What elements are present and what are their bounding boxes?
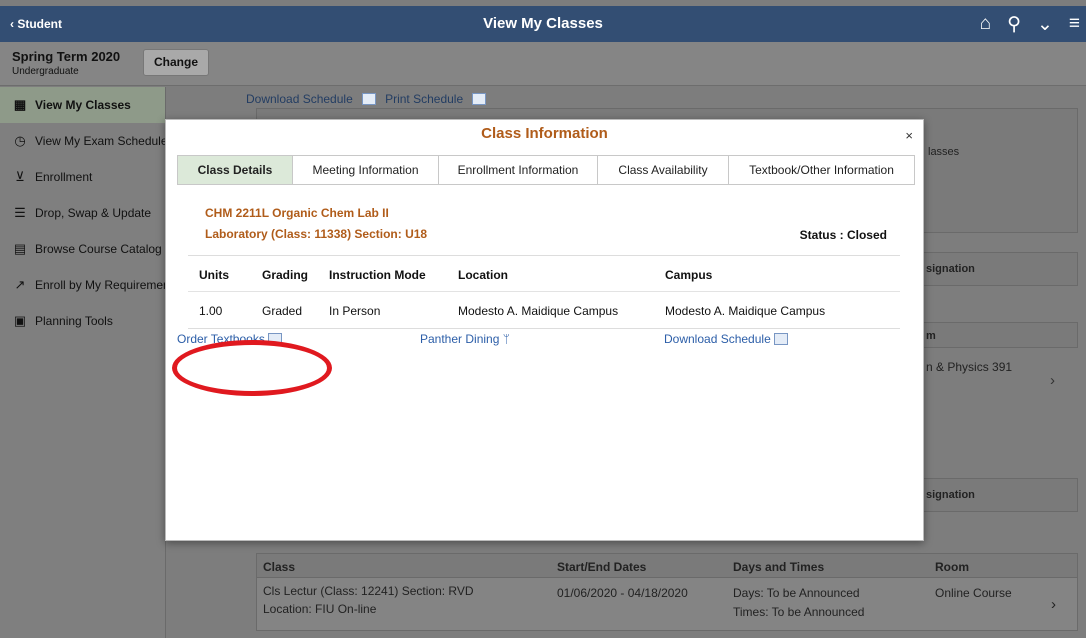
class-information-modal: Class Information × Class Details Meetin…	[165, 119, 924, 541]
classes-heading-fragment: lasses	[928, 146, 960, 158]
sidebar-item-enrollment[interactable]: ⊻ Enrollment	[0, 159, 165, 195]
sidebar-item-view-my-classes[interactable]: ▦ View My Classes	[0, 87, 165, 123]
location-value: Modesto A. Maidique Campus	[458, 304, 619, 318]
class-dates: 01/06/2020 - 04/18/2020	[557, 586, 688, 600]
campus-value: Modesto A. Maidique Campus	[665, 304, 826, 318]
schedule-links: Download Schedule Print Schedule	[246, 92, 492, 106]
column-header-class: Class	[263, 560, 296, 574]
tab-textbook-other-information[interactable]: Textbook/Other Information	[729, 156, 914, 184]
print-schedule-icon	[472, 93, 487, 105]
course-title: CHM 2211L Organic Chem Lab II	[205, 206, 389, 220]
planner-icon: ▣	[13, 313, 27, 328]
panther-dining-link[interactable]: Panther Dining ᛘ	[420, 332, 510, 346]
column-header-instruction-mode: Instruction Mode	[329, 268, 426, 282]
search-icon[interactable]: ⚲	[1007, 13, 1021, 36]
column-header-location: Location	[458, 268, 508, 282]
sidebar-item-label: Enroll by My Requirements	[35, 278, 165, 292]
table-row[interactable]: Cls Lectur (Class: 12241) Section: RVD L…	[257, 578, 1077, 632]
schedule-icon	[773, 333, 788, 345]
sidebar-item-browse-catalog[interactable]: ▤ Browse Course Catalog	[0, 231, 165, 267]
modal-download-schedule-link[interactable]: Download Schedule	[664, 332, 788, 346]
modal-title: Class Information	[481, 125, 608, 142]
clock-calendar-icon: ◷	[14, 133, 26, 148]
modal-tabs: Class Details Meeting Information Enroll…	[177, 155, 915, 185]
class-details-table: Units Grading Instruction Mode Location …	[188, 255, 900, 329]
course-section: Laboratory (Class: 11338) Section: U18	[205, 227, 428, 241]
top-header-bar: ‹ Student View My Classes ⌂ ⚲ ⌄ ≡	[0, 6, 1086, 42]
download-schedule-label: Download Schedule	[664, 332, 771, 346]
column-header-units: Units	[199, 268, 229, 282]
designation-header-fragment-2: signation	[926, 489, 975, 501]
list-edit-icon: ☰	[14, 205, 26, 220]
chevron-down-icon[interactable]: ⌄	[1037, 13, 1053, 36]
close-icon[interactable]: ×	[905, 128, 913, 143]
grading-value: Graded	[262, 304, 303, 318]
class-name: Cls Lectur (Class: 12241) Section: RVD	[263, 584, 474, 598]
units-value: 1.00	[199, 304, 223, 318]
column-header-campus: Campus	[665, 268, 713, 282]
class-location: Location: FIU On-line	[263, 602, 377, 616]
home-icon[interactable]: ⌂	[980, 13, 991, 36]
page-title: View My Classes	[483, 15, 603, 32]
column-header-days-times: Days and Times	[733, 560, 825, 574]
header-actions: ⌂ ⚲ ⌄ ≡	[980, 13, 1080, 36]
class-days: Days: To be Announced	[733, 586, 860, 600]
sidebar-item-label: View My Exam Schedule	[35, 134, 165, 148]
instruction-mode-value: In Person	[329, 304, 381, 318]
background-class-table: Class Start/End Dates Days and Times Roo…	[256, 553, 1078, 631]
class-table-header: Class Start/End Dates Days and Times Roo…	[257, 554, 1077, 578]
calendar-icon: ▦	[13, 97, 27, 112]
room-value-fragment: n & Physics 391	[926, 360, 1013, 374]
sidebar-item-label: Drop, Swap & Update	[35, 206, 152, 220]
class-times: Times: To be Announced	[733, 605, 865, 619]
column-header-room: Room	[935, 560, 969, 574]
sidebar-nav: ▦ View My Classes ◷ View My Exam Schedul…	[0, 87, 166, 638]
sidebar-item-exam-schedule[interactable]: ◷ View My Exam Schedule	[0, 123, 165, 159]
sidebar-item-label: Planning Tools	[35, 314, 113, 328]
tab-enrollment-information[interactable]: Enrollment Information	[439, 156, 598, 184]
term-career: Undergraduate	[12, 66, 79, 77]
dining-utensils-icon: ᛘ	[502, 332, 510, 346]
print-schedule-link[interactable]: Print Schedule	[385, 92, 463, 106]
sidebar-item-label: Enrollment	[35, 170, 93, 184]
sidebar-item-planning-tools[interactable]: ▣ Planning Tools	[0, 303, 165, 339]
tab-class-details[interactable]: Class Details	[178, 156, 293, 184]
chevron-right-icon[interactable]: ›	[1050, 372, 1055, 389]
menu-icon[interactable]: ≡	[1069, 13, 1080, 36]
sidebar-item-drop-swap-update[interactable]: ☰ Drop, Swap & Update	[0, 195, 165, 231]
change-term-button[interactable]: Change	[143, 49, 209, 76]
chart-line-icon: ↗	[14, 277, 26, 292]
status-badge: Status : Closed	[799, 228, 887, 242]
sidebar-item-label: View My Classes	[35, 98, 131, 112]
tab-class-availability[interactable]: Class Availability	[598, 156, 729, 184]
term-bar: Spring Term 2020 Undergraduate Change	[0, 42, 1086, 86]
sidebar-item-label: Browse Course Catalog	[35, 242, 162, 256]
sidebar-item-enroll-by-requirements[interactable]: ↗ Enroll by My Requirements	[0, 267, 165, 303]
chevron-right-icon[interactable]: ›	[1051, 596, 1056, 613]
class-room: Online Course	[935, 586, 1012, 600]
class-details-header: Units Grading Instruction Mode Location …	[188, 256, 900, 292]
tab-meeting-information[interactable]: Meeting Information	[293, 156, 439, 184]
download-schedule-icon	[361, 93, 376, 105]
column-header-dates: Start/End Dates	[557, 560, 647, 574]
download-schedule-link[interactable]: Download Schedule	[246, 92, 353, 106]
room-header-fragment: m	[926, 330, 936, 342]
designation-header-fragment-1: signation	[926, 263, 975, 275]
catalog-icon: ▤	[13, 241, 27, 256]
column-header-grading: Grading	[262, 268, 309, 282]
term-name: Spring Term 2020	[12, 49, 121, 64]
panther-dining-label: Panther Dining	[420, 332, 500, 346]
cart-icon: ⊻	[15, 169, 25, 184]
red-annotation-circle	[172, 340, 332, 396]
table-row: 1.00 Graded In Person Modesto A. Maidiqu…	[188, 292, 900, 328]
